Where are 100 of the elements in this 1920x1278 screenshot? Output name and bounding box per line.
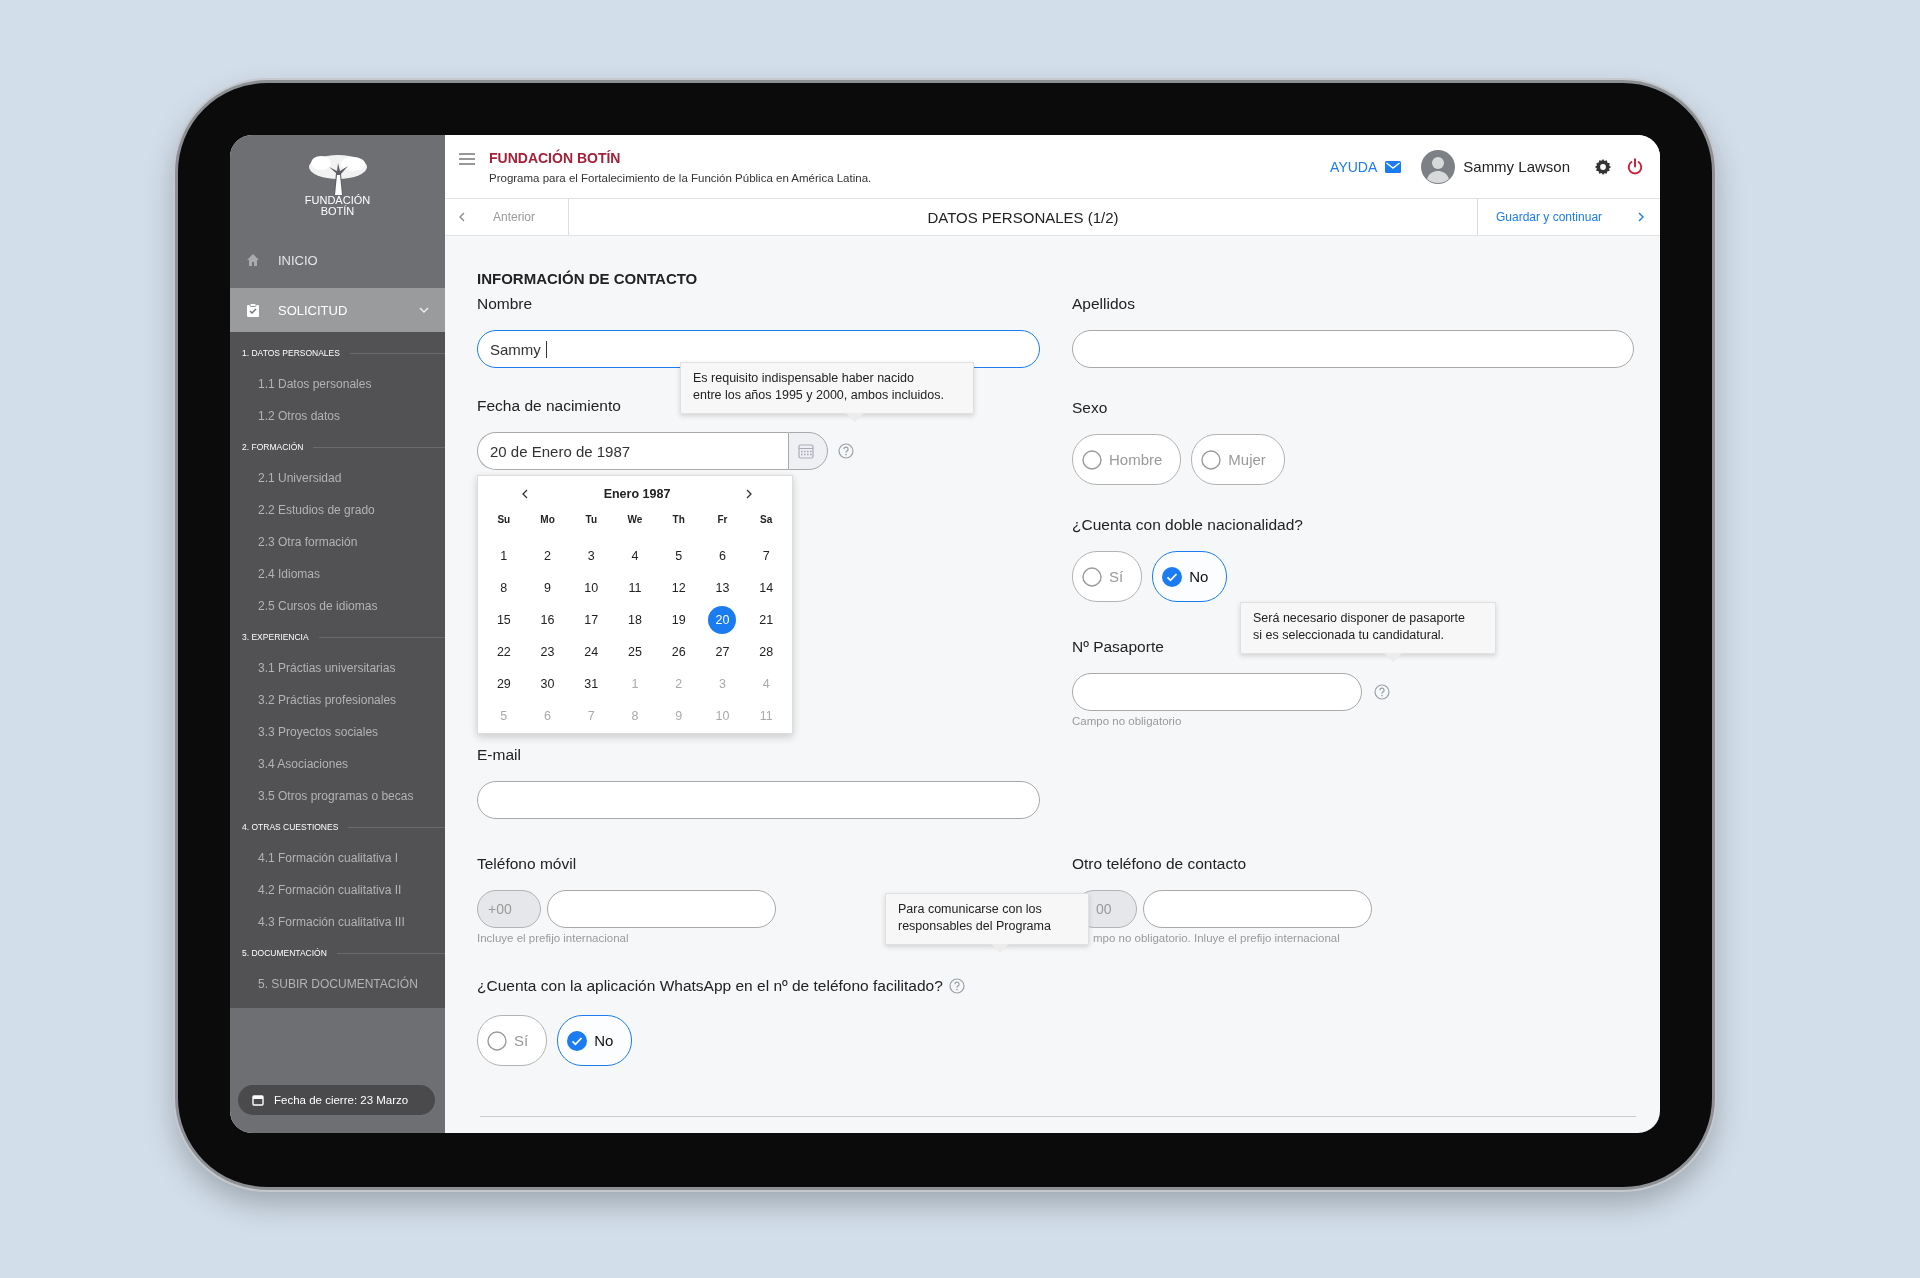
calendar-day[interactable]: 1 [489,542,518,570]
sidebar-item[interactable]: SOLICITUD [230,288,445,332]
section-heading: 3. EXPERIENCIA [242,632,309,642]
calendar-day[interactable]: 11 [621,574,649,602]
settings-icon[interactable] [1594,157,1612,176]
sidebar-subitem[interactable]: 4.3 Formación cualitativa III [230,906,445,938]
calendar-day[interactable]: 9 [533,574,562,602]
menu-icon[interactable] [459,153,475,165]
field-label: Fecha de nacimiento [477,396,621,416]
sidebar-subitem[interactable]: 3.4 Asociaciones [230,748,445,780]
weekday-label: Th [671,512,686,527]
calendar-day[interactable]: 10 [708,702,737,730]
calendar-day[interactable]: 3 [708,670,737,698]
calendar-button[interactable] [788,432,828,470]
page-title: DATOS PERSONALES (1/2) [926,208,1120,226]
sidebar-subitem[interactable]: 1.2 Otros datos [230,400,445,432]
empty-circle-icon [1082,449,1102,470]
calendar-day[interactable]: 4 [621,542,649,570]
calendar-day[interactable]: 8 [621,702,649,730]
sidebar-subitem[interactable]: 3.2 Práctias profesionales [230,684,445,716]
tooltip-pointer [991,944,1009,953]
sidebar-subitem[interactable]: 2.5 Cursos de idiomas [230,590,445,622]
calendar-day[interactable]: 7 [752,542,781,570]
calendar-day[interactable]: 1 [621,670,649,698]
sidebar-subitem[interactable]: 2.2 Estudios de grado [230,494,445,526]
sidebar-subitem[interactable]: 4.1 Formación cualitativa I [230,842,445,874]
help-icon[interactable] [948,978,965,994]
chevron-down-icon[interactable] [419,307,429,313]
sidebar-subitem[interactable]: 2.3 Otra formación [230,526,445,558]
prefix-field[interactable]: +00 [477,890,541,928]
sidebar-item[interactable]: INICIO [230,240,445,280]
calendar-day[interactable]: 2 [533,542,562,570]
calendar-day[interactable]: 14 [752,574,781,602]
empty-circle-icon [1201,449,1222,470]
help-icon[interactable] [1374,684,1390,700]
name-field[interactable]: Sammy [477,330,1040,368]
sidebar-subitem[interactable]: 2.1 Universidad [230,462,445,494]
calendar-day[interactable]: 30 [533,670,562,698]
sidebar-subitem[interactable]: 3.5 Otros programas o becas [230,780,445,812]
sidebar-subitem[interactable]: 2.4 Idiomas [230,558,445,590]
sidebar-subitem[interactable]: 3.1 Práctias universitarias [230,652,445,684]
calendar-day[interactable]: 6 [708,542,737,570]
calendar-day[interactable]: 22 [489,638,518,666]
passport-field[interactable] [1072,673,1362,711]
phone-field[interactable] [1143,890,1372,928]
calendar-day[interactable]: 3 [577,542,606,570]
calendar-day[interactable]: 5 [664,542,693,570]
save-continue-link[interactable]: Guardar y continuar [1477,199,1660,235]
power-icon[interactable] [1626,157,1644,176]
calendar-day[interactable]: 4 [752,670,781,698]
avatar[interactable] [1421,149,1456,184]
next-month-icon[interactable] [746,489,752,499]
calendar-day[interactable]: 31 [577,670,606,698]
calendar-day[interactable]: 5 [489,702,518,730]
radio-option[interactable]: Mujer [1191,434,1285,485]
calendar-day[interactable]: 6 [533,702,562,730]
calendar-day[interactable]: 19 [664,606,693,634]
calendar-day[interactable]: 15 [489,606,518,634]
date-field[interactable]: 20 de Enero de 1987 [477,432,788,470]
previous-link[interactable]: Anterior [445,199,569,235]
radio-option[interactable]: No [557,1015,633,1066]
brand-title: FUNDACIÓN BOTÍN [489,149,622,166]
email-field[interactable] [477,781,1040,819]
surname-field[interactable] [1072,330,1634,368]
calendar-day[interactable]: 21 [752,606,781,634]
help-link[interactable]: AYUDA [1330,158,1402,175]
phone-field[interactable] [547,890,776,928]
help-icon[interactable] [838,443,854,459]
sidebar-subitem[interactable]: 3.3 Proyectos sociales [230,716,445,748]
calendar-day[interactable]: 20 [708,606,737,634]
calendar-day[interactable]: 13 [708,574,737,602]
calendar-day[interactable]: 12 [664,574,693,602]
calendar-day[interactable]: 10 [577,574,606,602]
sidebar-subitem[interactable]: 4.2 Formación cualitativa II [230,874,445,906]
calendar-day[interactable]: 2 [664,670,693,698]
calendar-day[interactable]: 11 [752,702,781,730]
calendar-day[interactable]: 24 [577,638,606,666]
calendar-day[interactable]: 26 [664,638,693,666]
checked-circle-icon [567,1030,588,1051]
radio-option[interactable]: No [1152,551,1228,602]
calendar-day[interactable]: 28 [752,638,781,666]
calendar-day[interactable]: 27 [708,638,737,666]
calendar-day[interactable]: 18 [621,606,649,634]
user-name[interactable]: Sammy Lawson [1463,158,1570,175]
calendar-day[interactable]: 29 [489,670,518,698]
calendar-day[interactable]: 8 [489,574,518,602]
radio-option[interactable]: Sí [477,1015,548,1066]
calendar-day[interactable]: 17 [577,606,606,634]
previous-month-icon[interactable] [522,489,528,499]
calendar-day[interactable]: 7 [577,702,606,730]
calendar-day[interactable]: 23 [533,638,562,666]
tree-logo-icon [306,153,369,195]
sidebar-subitem[interactable]: 1.1 Datos personales [230,368,445,400]
calendar-day[interactable]: 9 [664,702,693,730]
radio-option[interactable]: Sí [1072,551,1143,602]
field-hint: Campo no obligatorio [1072,715,1182,727]
calendar-day[interactable]: 25 [621,638,649,666]
sidebar-subitem[interactable]: 5. SUBIR DOCUMENTACIÓN [230,968,445,1000]
radio-option[interactable]: Hombre [1072,434,1182,485]
calendar-day[interactable]: 16 [533,606,562,634]
